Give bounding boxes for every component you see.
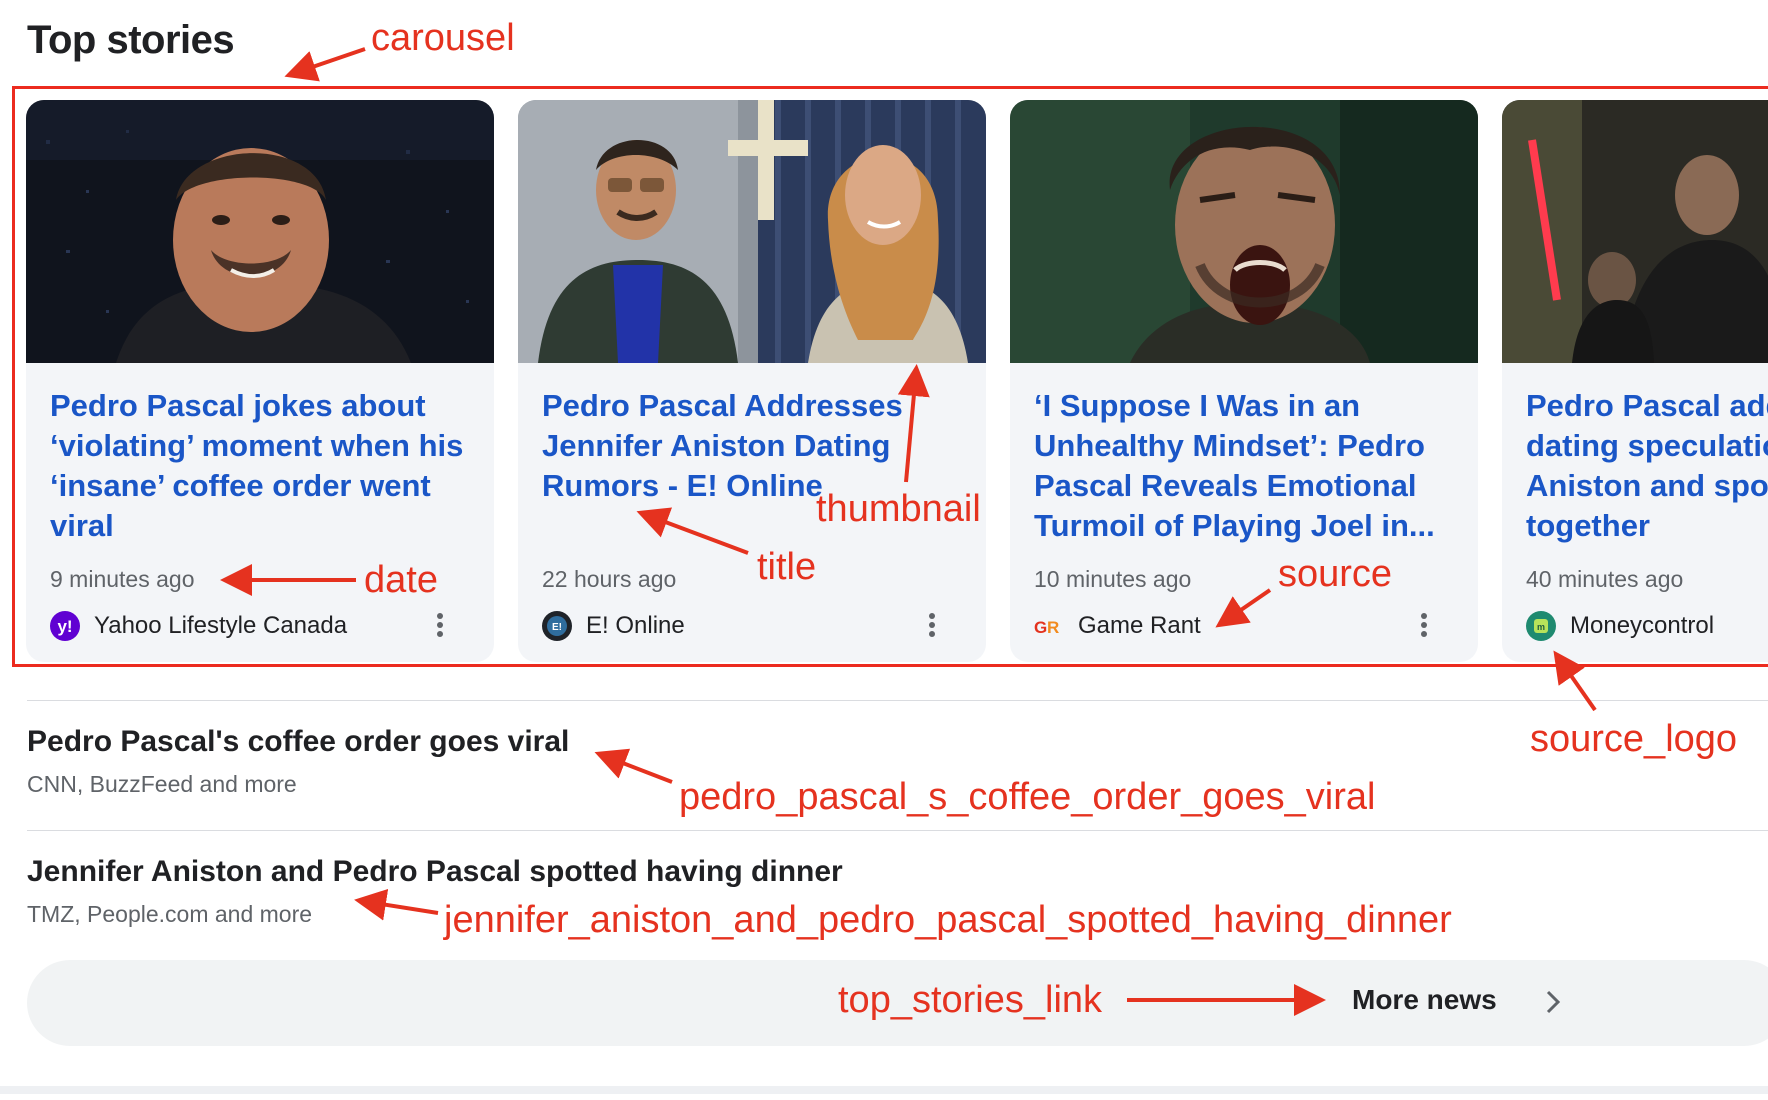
annotation-title: title xyxy=(757,546,817,588)
carousel-annotation-box xyxy=(12,86,1768,667)
bottom-divider xyxy=(0,1086,1768,1094)
chevron-right-icon xyxy=(1544,988,1562,1021)
annotation-date: date xyxy=(364,559,438,601)
divider xyxy=(27,830,1768,831)
annotation-related-1: pedro_pascal_s_coffee_order_goes_viral xyxy=(679,776,1376,818)
annotation-thumbnail: thumbnail xyxy=(816,488,981,530)
related-story-coffee-order[interactable]: Pedro Pascal's coffee order goes viral C… xyxy=(27,725,569,798)
annotation-source-logo: source_logo xyxy=(1530,718,1738,760)
related-story-title[interactable]: Pedro Pascal's coffee order goes viral xyxy=(27,725,569,759)
related-story-sources: CNN, BuzzFeed and more xyxy=(27,771,297,797)
annotation-carousel: carousel xyxy=(371,17,515,59)
divider xyxy=(27,700,1768,701)
annotation-top-stories-link: top_stories_link xyxy=(838,979,1103,1021)
more-news-label: More news xyxy=(1352,984,1497,1015)
related-story-title[interactable]: Jennifer Aniston and Pedro Pascal spotte… xyxy=(27,855,843,889)
annotation-source: source xyxy=(1278,553,1393,595)
section-title: Top stories xyxy=(27,18,235,62)
annotation-related-2: jennifer_aniston_and_pedro_pascal_spotte… xyxy=(444,899,1452,941)
